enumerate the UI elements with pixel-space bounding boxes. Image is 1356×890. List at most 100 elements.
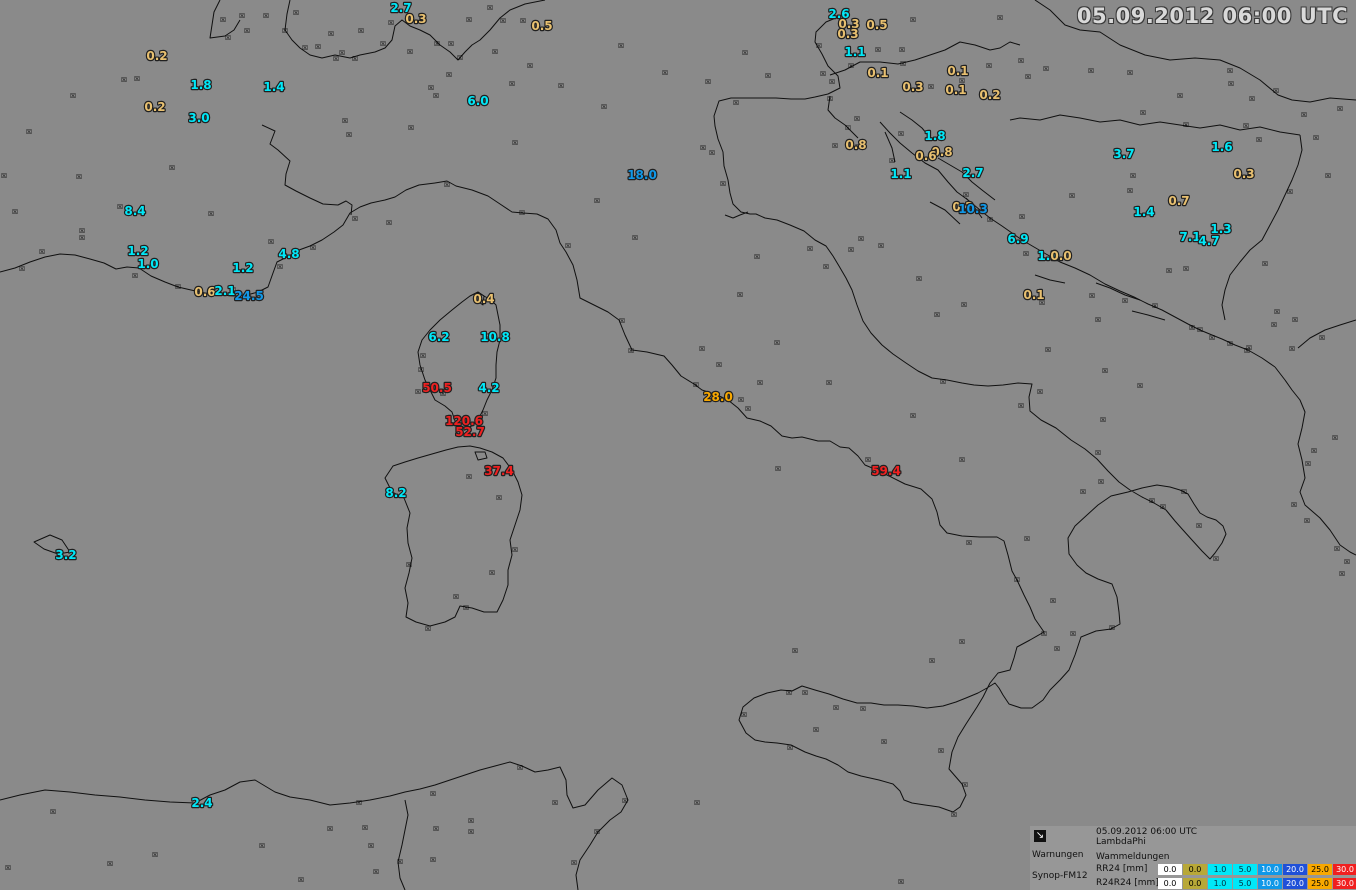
station-marker: ☒ — [1127, 185, 1133, 196]
station-marker: ☒ — [386, 217, 392, 228]
legend-synop-label: Synop-FM12 — [1032, 871, 1088, 881]
station-marker: ☒ — [594, 195, 600, 206]
precipitation-value-label: 18.0 — [627, 168, 657, 182]
station-marker: ☒ — [787, 742, 793, 753]
station-marker: ☒ — [1130, 170, 1136, 181]
station-marker: ☒ — [408, 122, 414, 133]
precipitation-value-label: 1.2 — [127, 244, 148, 258]
station-marker: ☒ — [512, 544, 518, 555]
station-marker: ☒ — [430, 854, 436, 865]
station-marker: ☒ — [342, 115, 348, 126]
station-marker: ☒ — [741, 709, 747, 720]
station-marker: ☒ — [1319, 332, 1325, 343]
precipitation-value-label: 0.2 — [979, 88, 1000, 102]
legend-swatch: 25.0 — [1308, 878, 1332, 889]
station-marker: ☒ — [1313, 132, 1319, 143]
station-marker: ☒ — [786, 687, 792, 698]
station-marker: ☒ — [733, 97, 739, 108]
station-marker: ☒ — [792, 645, 798, 656]
station-marker: ☒ — [1301, 109, 1307, 120]
station-marker: ☒ — [662, 67, 668, 78]
station-marker: ☒ — [1054, 643, 1060, 654]
station-marker: ☒ — [774, 337, 780, 348]
station-marker: ☒ — [900, 58, 906, 69]
station-marker: ☒ — [745, 403, 751, 414]
station-marker: ☒ — [492, 46, 498, 57]
station-marker: ☒ — [373, 866, 379, 877]
station-marker: ☒ — [1246, 342, 1252, 353]
station-marker: ☒ — [277, 261, 283, 272]
legend-warm-reports-label: Wammeldungen — [1096, 852, 1170, 862]
arrow-icon[interactable]: ↘ — [1034, 830, 1046, 842]
station-marker: ☒ — [720, 178, 726, 189]
precipitation-value-label: 0.3 — [405, 12, 426, 26]
station-marker: ☒ — [1305, 458, 1311, 469]
station-marker: ☒ — [705, 76, 711, 87]
station-marker: ☒ — [1019, 211, 1025, 222]
station-marker: ☒ — [520, 15, 526, 26]
station-marker: ☒ — [552, 797, 558, 808]
station-marker: ☒ — [302, 42, 308, 53]
station-marker: ☒ — [1095, 447, 1101, 458]
station-marker: ☒ — [430, 788, 436, 799]
precipitation-value-label: 0.8 — [845, 138, 866, 152]
station-marker: ☒ — [618, 40, 624, 51]
station-marker: ☒ — [1262, 258, 1268, 269]
station-marker: ☒ — [397, 856, 403, 867]
station-marker: ☒ — [39, 246, 45, 257]
station-marker: ☒ — [134, 73, 140, 84]
precipitation-value-label: 0.1 — [867, 66, 888, 80]
legend-swatch: 25.0 — [1308, 864, 1332, 875]
station-marker: ☒ — [1344, 556, 1350, 567]
station-marker: ☒ — [368, 840, 374, 851]
station-marker: ☒ — [527, 60, 533, 71]
station-marker: ☒ — [79, 232, 85, 243]
precipitation-value-label: 0.6 — [915, 149, 936, 163]
station-marker: ☒ — [765, 70, 771, 81]
precipitation-value-label: 1.4 — [263, 80, 284, 94]
station-marker: ☒ — [519, 207, 525, 218]
precipitation-value-label: 10.3 — [958, 202, 988, 216]
station-marker: ☒ — [220, 14, 226, 25]
precipitation-value-label: 8.4 — [124, 204, 145, 218]
station-marker: ☒ — [934, 309, 940, 320]
station-marker: ☒ — [1, 170, 7, 181]
station-marker: ☒ — [693, 379, 699, 390]
station-marker: ☒ — [898, 876, 904, 887]
station-marker: ☒ — [1088, 65, 1094, 76]
station-marker: ☒ — [716, 359, 722, 370]
station-marker: ☒ — [1289, 343, 1295, 354]
station-marker: ☒ — [496, 492, 502, 503]
station-marker: ☒ — [1098, 476, 1104, 487]
station-marker: ☒ — [1228, 78, 1234, 89]
legend-swatch: 0.0 — [1158, 878, 1182, 889]
precipitation-value-label: 0.3 — [902, 80, 923, 94]
precipitation-value-label: 1.8 — [190, 78, 211, 92]
station-marker: ☒ — [628, 345, 634, 356]
station-marker: ☒ — [1177, 90, 1183, 101]
station-marker: ☒ — [1102, 365, 1108, 376]
precipitation-value-label: 0.3 — [837, 27, 858, 41]
station-marker: ☒ — [1041, 628, 1047, 639]
station-marker: ☒ — [928, 81, 934, 92]
station-marker: ☒ — [453, 591, 459, 602]
station-marker: ☒ — [754, 251, 760, 262]
precipitation-value-label: 59.4 — [871, 464, 901, 478]
station-marker: ☒ — [489, 567, 495, 578]
legend-swatch: 20.0 — [1283, 864, 1307, 875]
station-marker: ☒ — [1339, 568, 1345, 579]
station-marker: ☒ — [420, 350, 426, 361]
station-marker: ☒ — [1024, 533, 1030, 544]
station-marker: ☒ — [239, 10, 245, 21]
precipitation-value-label: 0.5 — [531, 19, 552, 33]
station-marker: ☒ — [1273, 85, 1279, 96]
station-marker: ☒ — [1166, 265, 1172, 276]
station-marker: ☒ — [512, 137, 518, 148]
precipitation-value-label: 1.6 — [1211, 140, 1232, 154]
station-marker: ☒ — [865, 454, 871, 465]
station-marker: ☒ — [1023, 248, 1029, 259]
station-marker: ☒ — [466, 471, 472, 482]
station-marker: ☒ — [1109, 622, 1115, 633]
station-marker: ☒ — [444, 179, 450, 190]
precipitation-map: ☒ ☒ ☒ ☒ ☒ ☒ ☒ ☒ ☒ ☒ ☒ ☒ ☒ ☒ ☒ ☒ ☒ ☒ ☒ ☒ ☒ ☒ ☒ ☒ ☒ ☒ ☒ ☒ ☒ ☒ ☒ ☒ ☒ ☒ ☒ ☒ ☒ ☒ ☒ ☒… — [0, 0, 1356, 890]
